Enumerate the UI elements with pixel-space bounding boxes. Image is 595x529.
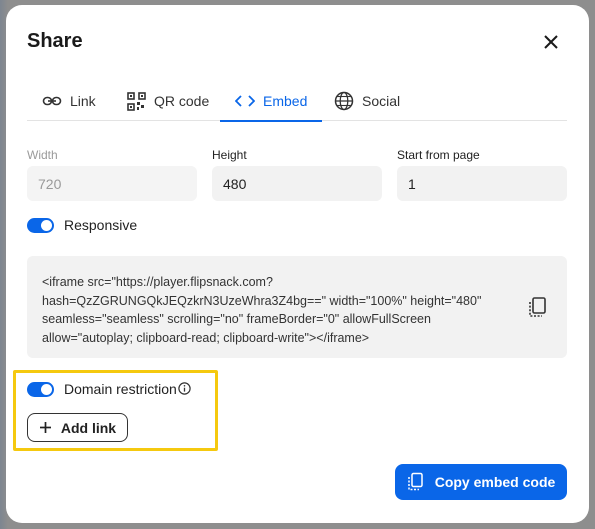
tab-qr-code-label: QR code: [154, 93, 210, 109]
close-button[interactable]: [540, 31, 562, 53]
copy-icon: [529, 297, 546, 317]
highlight-box: [13, 370, 218, 451]
share-tabs: Link QR code Embed Social: [27, 81, 567, 122]
dialog-title: Share: [27, 30, 83, 52]
embed-code-text[interactable]: <iframe src="https://player.flipsnack.co…: [42, 273, 497, 347]
width-label: Width: [27, 148, 58, 162]
link-icon: [42, 96, 62, 106]
tab-social-label: Social: [362, 93, 401, 109]
copy-code-button[interactable]: [527, 296, 549, 320]
copy-embed-code-button[interactable]: Copy embed code: [395, 464, 567, 500]
tab-embed-label: Embed: [263, 93, 308, 109]
responsive-toggle[interactable]: [27, 218, 54, 233]
close-icon: [544, 35, 558, 49]
qr-code-icon: [127, 91, 146, 111]
tab-link-label: Link: [70, 93, 96, 109]
embed-code-box[interactable]: <iframe src="https://player.flipsnack.co…: [27, 256, 567, 358]
share-dialog: Share Link QR code Embed Social Width 72…: [6, 5, 589, 523]
globe-icon: [334, 91, 354, 111]
copy-embed-code-label: Copy embed code: [434, 474, 556, 490]
copy-icon: [407, 472, 423, 491]
width-field[interactable]: [27, 166, 197, 201]
start-page-label: Start from page: [397, 148, 480, 162]
tab-qr-code[interactable]: QR code: [127, 81, 209, 121]
code-icon: [235, 95, 255, 107]
start-page-field[interactable]: [397, 166, 567, 201]
responsive-label: Responsive: [64, 217, 138, 233]
tab-social[interactable]: Social: [334, 81, 400, 121]
tab-embed[interactable]: Embed: [219, 81, 323, 122]
tab-link[interactable]: Link: [42, 81, 96, 121]
height-field[interactable]: [212, 166, 382, 201]
height-label: Height: [212, 148, 247, 162]
